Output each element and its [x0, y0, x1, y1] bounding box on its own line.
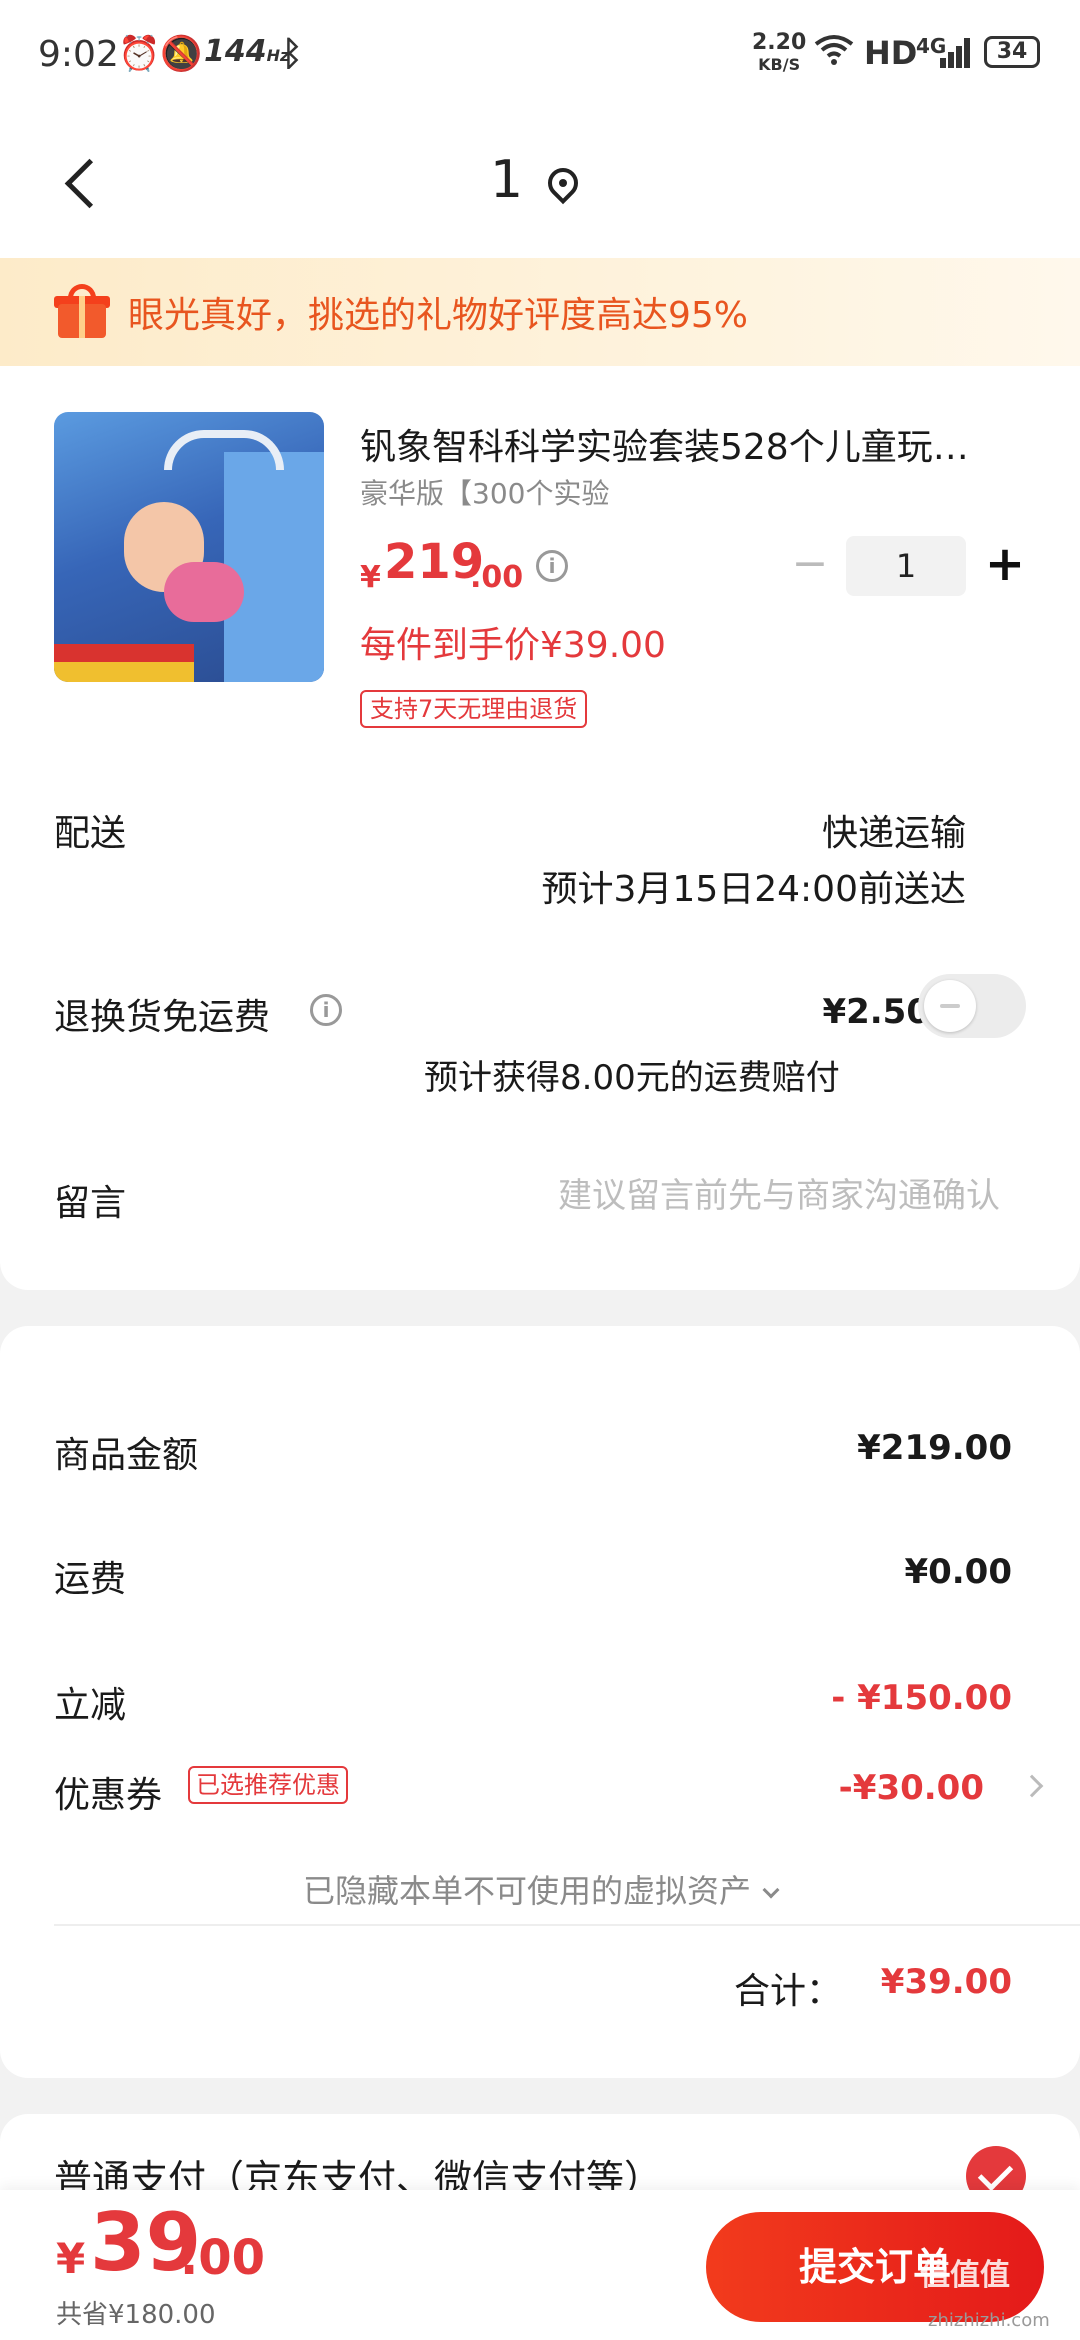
shipping-fee-value: ¥0.00 [904, 1552, 1012, 1592]
instant-discount-value: - ¥150.00 [831, 1678, 1012, 1718]
return-shipping-info-icon[interactable]: i [310, 994, 342, 1026]
return-shipping-label: 退换货免运费 [54, 997, 271, 1038]
price-info-icon[interactable]: i [536, 550, 568, 582]
goods-amount-value: ¥219.00 [857, 1428, 1012, 1468]
coupon-value[interactable]: -¥30.00 [839, 1768, 984, 1808]
product-title[interactable]: 钒象智科科学实验套装528个儿童玩具科学实验 [360, 418, 1000, 470]
return-shipping-price: ¥2.50 [822, 992, 930, 1032]
delivery-eta[interactable]: 预计3月15日24:00前送达 [542, 860, 966, 912]
quantity-stepper[interactable]: 1 [846, 536, 966, 596]
instant-discount-label: 立减 [54, 1685, 127, 1726]
price-summary-card: 商品金额 ¥219.00 运费 ¥0.00 立减 - ¥150.00 优惠券 已… [0, 1326, 1080, 2078]
qty-plus-button[interactable]: + [980, 534, 1030, 594]
total-value: ¥39.00 [880, 1962, 1012, 2002]
bluetooth-icon: ᛒ [282, 34, 303, 74]
mute-icon: 🔕 [160, 34, 203, 74]
delivery-label: 配送 [54, 813, 127, 854]
message-input[interactable] [440, 1168, 1000, 1224]
chevron-down-icon [762, 1881, 780, 1899]
watermark-logo: 值值值 [920, 2258, 1010, 2293]
total-saved: 共省¥180.00 [56, 2300, 216, 2330]
watermark-url: zhizhizhi.com [928, 2310, 1050, 2331]
delivery-method[interactable]: 快递运输 [822, 804, 966, 856]
return-policy-badge: 支持7天无理由退货 [360, 690, 588, 728]
coupon-label: 优惠券 [54, 1775, 163, 1816]
banner-text: 眼光真好，挑选的礼物好评度高达95% [128, 295, 749, 336]
signal-icon [940, 38, 972, 68]
network-speed-value: 2.20 [752, 30, 807, 55]
price-decimal: .00 [470, 560, 524, 595]
total-currency: ¥ [56, 2234, 86, 2283]
network-speed: 2.20 KB/S [752, 32, 806, 76]
wifi-icon [814, 34, 854, 75]
hidden-assets-toggle[interactable]: 已隐藏本单不可使用的虚拟资产 [0, 1866, 1080, 1912]
gift-icon [54, 284, 110, 338]
goods-amount-label: 商品金额 [54, 1435, 199, 1476]
hd-indicator: HD [864, 34, 918, 72]
hidden-assets-text: 已隐藏本单不可使用的虚拟资产 [302, 1872, 751, 1910]
refresh-rate-indicator: 144Hz [204, 34, 289, 69]
clock: 9:02 [38, 34, 119, 75]
battery-icon: 34 [984, 36, 1040, 68]
divider [54, 1924, 1080, 1926]
order-item-card: 钒象智科科学实验套装528个儿童玩具科学实验 豪华版【300个实验 ¥ 219 … [0, 366, 1080, 1290]
nav-header: 1 [0, 110, 1080, 258]
return-shipping-toggle[interactable] [918, 974, 1026, 1038]
return-shipping-compensation: 预计获得8.00元的运费赔付 [424, 1058, 840, 1098]
shipping-fee-label: 运费 [54, 1559, 127, 1600]
back-icon[interactable] [52, 150, 112, 220]
qty-minus-button[interactable]: − [788, 534, 832, 594]
page-title: 1 [490, 150, 524, 210]
coupon-chevron-icon[interactable] [1020, 1774, 1044, 1798]
total-decimal: .00 [180, 2230, 266, 2286]
refresh-rate-value: 144 [204, 34, 267, 69]
checkout-bar: ¥ 39 .00 共省¥180.00 提交订单 值值值 zhizhizhi.co… [0, 2190, 1080, 2340]
status-bar: 9:02 ⏰ 🔕 144Hz ᛒ 2.20 KB/S HD 4G 34 [0, 0, 1080, 110]
alarm-icon: ⏰ [118, 34, 161, 74]
product-spec[interactable]: 豪华版【300个实验 [360, 472, 609, 512]
coupon-recommended-badge: 已选推荐优惠 [188, 1766, 348, 1804]
location-pin-icon[interactable] [541, 161, 585, 205]
price-currency: ¥ [360, 560, 381, 595]
praise-banner: 眼光真好，挑选的礼物好评度高达95% [0, 258, 1080, 366]
total-label: 合计： [733, 1971, 842, 2012]
message-label: 留言 [54, 1183, 127, 1224]
network-speed-unit: KB/S [758, 55, 801, 74]
final-unit-price: 每件到手价¥39.00 [360, 625, 666, 666]
product-image[interactable] [54, 412, 324, 682]
